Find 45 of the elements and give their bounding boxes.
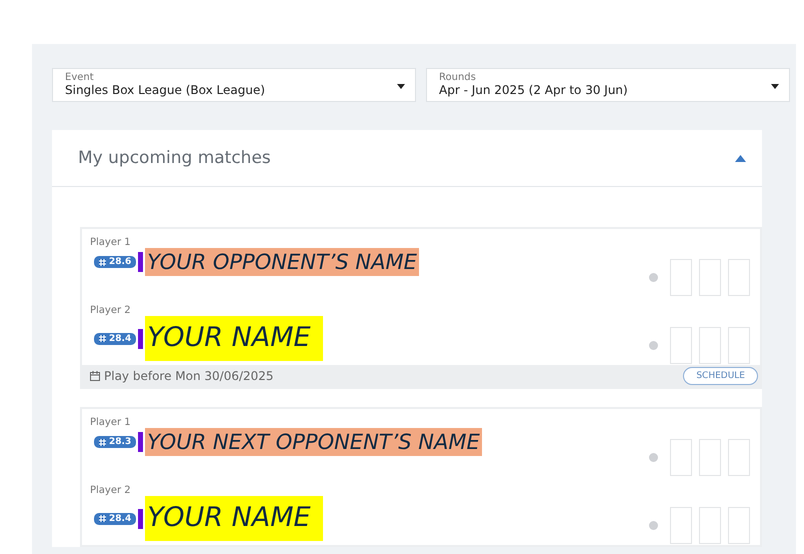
dropdown-select[interactable]: Rounds Apr - Jun 2025 (2 Apr to 30 Jun) [426,68,790,102]
section-title: My upcoming matches [78,148,271,168]
player-name: YOUR NEXT OPPONENT’S NAME [145,428,482,456]
rating-badge: 28.4 [94,512,136,524]
status-dot [649,341,658,350]
score-field[interactable] [728,259,750,296]
score-field[interactable] [699,327,721,364]
status-dot [649,273,658,282]
player-name: YOUR NAME [145,316,323,361]
hash-icon [99,438,106,446]
score-field[interactable] [728,507,750,544]
score-field[interactable] [699,507,721,544]
redaction-mark [138,432,144,452]
caret-icon [771,84,779,89]
player-name: YOUR OPPONENT’S NAME [145,248,419,276]
player-label: Player 2 [90,485,132,496]
redaction-mark [138,328,144,348]
caret-icon [397,84,405,89]
rating-badge: 28.4 [94,332,136,344]
hash-icon [99,258,106,266]
score-field[interactable] [670,259,692,296]
schedule-button[interactable]: SCHEDULE [683,367,758,385]
score-field[interactable] [728,439,750,476]
redaction-mark [138,508,144,528]
deadline-text: Play before Mon 30/06/2025 [90,369,274,383]
redaction-mark [138,252,144,272]
player-label: Player 2 [90,305,132,316]
rating-badge: 28.6 [94,256,136,268]
rating-badge: 28.3 [94,436,136,448]
dropdown-select[interactable]: Event Singles Box League (Box League) [52,68,416,102]
score-field[interactable] [670,439,692,476]
hash-icon [99,335,106,342]
player-name: YOUR NAME [145,496,323,541]
player-label: Player 1 [90,417,132,428]
status-dot [649,521,658,530]
status-dot [649,453,658,462]
calendar-icon [90,371,100,381]
player-label: Player 1 [90,237,132,248]
score-field[interactable] [670,327,692,364]
score-field[interactable] [728,327,750,364]
score-field[interactable] [670,507,692,544]
score-field[interactable] [699,259,721,296]
caret-up-icon [735,154,746,162]
hash-icon [99,515,106,522]
score-field[interactable] [699,439,721,476]
